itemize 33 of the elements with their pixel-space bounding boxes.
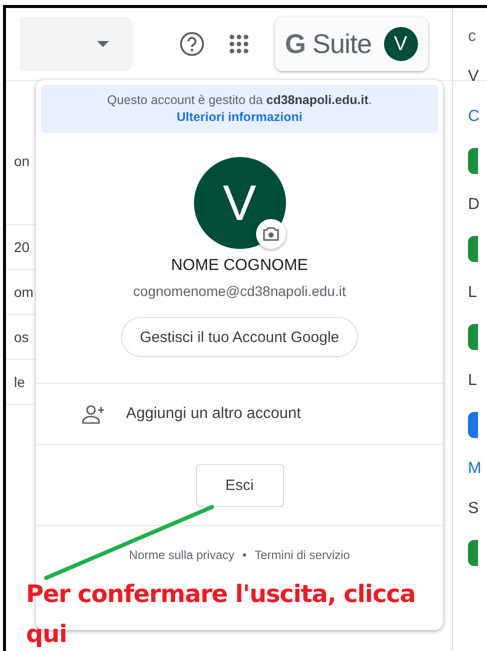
avatar: V bbox=[194, 157, 286, 249]
panel-text: C bbox=[468, 108, 481, 126]
panel-text: S bbox=[468, 500, 480, 518]
banner-message: Questo account è gestito da cd38napoli.edu.it. bbox=[107, 93, 372, 107]
manage-account-button[interactable]: Gestisci il tuo Account Google bbox=[120, 317, 358, 357]
help-icon[interactable] bbox=[179, 31, 205, 57]
panel-chip[interactable] bbox=[468, 412, 478, 438]
search-field[interactable] bbox=[20, 17, 133, 71]
account-email: cognomenome@cd38napoli.edu.it bbox=[133, 283, 346, 299]
panel-text: V bbox=[468, 68, 480, 86]
person-add-icon bbox=[82, 404, 106, 424]
brand-name: G Suite bbox=[285, 28, 372, 60]
more-info-link[interactable]: Ulteriori informazioni bbox=[176, 109, 302, 126]
panel-text: L bbox=[468, 372, 478, 390]
account-chip[interactable]: G Suite V bbox=[275, 17, 428, 71]
account-name: NOME COGNOME bbox=[171, 257, 308, 275]
panel-chip[interactable] bbox=[468, 540, 478, 566]
terms-link[interactable]: Termini di servizio bbox=[254, 548, 350, 562]
panel-chip[interactable] bbox=[468, 148, 478, 174]
add-account-item[interactable]: Aggiungi un altro account bbox=[36, 384, 443, 444]
panel-chip[interactable] bbox=[468, 324, 478, 350]
panel-text: L bbox=[468, 284, 478, 302]
apps-icon[interactable] bbox=[229, 34, 249, 54]
panel-text: M bbox=[468, 460, 482, 478]
separator-dot: • bbox=[242, 548, 247, 562]
privacy-link[interactable]: Norme sulla privacy bbox=[129, 548, 234, 562]
panel-text: c bbox=[468, 28, 477, 46]
caret-icon bbox=[97, 41, 109, 47]
panel-text: D bbox=[468, 196, 481, 214]
sign-out-button[interactable]: Esci bbox=[196, 464, 284, 506]
avatar[interactable]: V bbox=[384, 27, 418, 61]
annotation-text: Per confermare l'uscita, clicca qui bbox=[26, 579, 416, 650]
panel-chip[interactable] bbox=[468, 236, 478, 262]
